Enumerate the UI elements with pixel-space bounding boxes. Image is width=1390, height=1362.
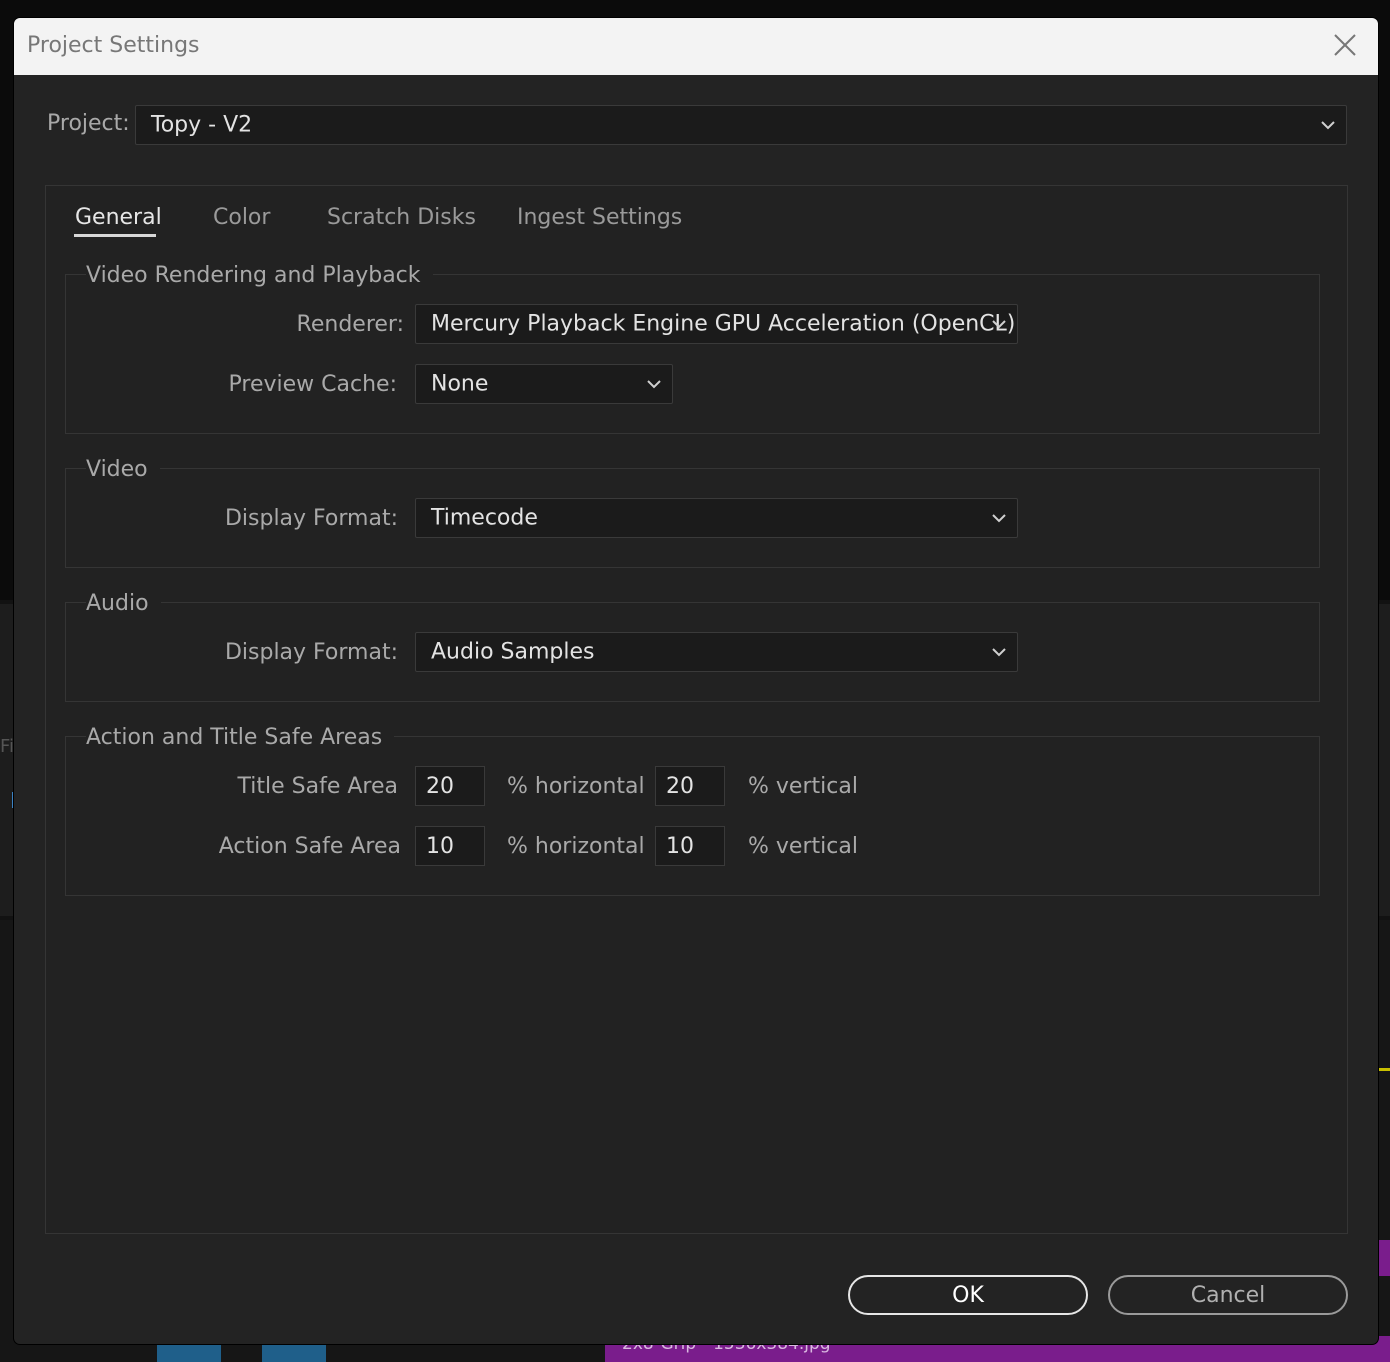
dialog-title: Project Settings [27, 33, 200, 58]
action-safe-vertical-input[interactable] [655, 826, 725, 866]
group-title-audio: Audio [86, 591, 161, 616]
renderer-label: Renderer: [296, 312, 404, 337]
audio-display-format-label: Display Format: [224, 640, 398, 665]
preview-cache-label: Preview Cache: [228, 372, 397, 397]
action-safe-horizontal-unit: % horizontal [507, 834, 645, 859]
video-display-format-dropdown[interactable]: Timecode [415, 498, 1018, 538]
bg-track-tab-v2 [262, 1344, 326, 1362]
title-safe-vertical-unit: % vertical [748, 774, 858, 799]
title-safe-vertical-input[interactable] [655, 766, 725, 806]
bg-track-tab-v1 [157, 1344, 221, 1362]
close-icon[interactable] [1330, 30, 1360, 60]
bg-left-partial-text: Fi [0, 736, 15, 757]
chevron-down-icon [992, 320, 1006, 329]
ok-button[interactable]: OK [848, 1275, 1088, 1315]
bg-playhead-marker [1378, 1068, 1390, 1071]
active-tab-indicator [74, 234, 156, 237]
cancel-button[interactable]: Cancel [1108, 1275, 1348, 1315]
preview-cache-dropdown[interactable]: None [415, 364, 673, 404]
chevron-down-icon [992, 514, 1006, 523]
renderer-dropdown[interactable]: Mercury Playback Engine GPU Acceleration… [415, 304, 1018, 344]
chevron-down-icon [1321, 121, 1335, 130]
chevron-down-icon [992, 648, 1006, 657]
audio-display-format-dropdown[interactable]: Audio Samples [415, 632, 1018, 672]
group-title-video-rendering: Video Rendering and Playback [86, 263, 433, 288]
chevron-down-icon [647, 380, 661, 389]
preview-cache-dropdown-value: None [431, 371, 489, 397]
project-dropdown-value: Topy - V2 [151, 112, 253, 138]
bg-clip-edge [1376, 1240, 1390, 1276]
settings-panel: General Color Scratch Disks Ingest Setti… [45, 185, 1348, 1234]
title-safe-horizontal-unit: % horizontal [507, 774, 645, 799]
project-dropdown[interactable]: Topy - V2 [135, 105, 1347, 145]
tab-scratch-disks[interactable]: Scratch Disks [327, 205, 476, 230]
video-display-format-value: Timecode [431, 505, 538, 531]
group-title-video: Video [86, 457, 160, 482]
tab-ingest-settings[interactable]: Ingest Settings [517, 205, 682, 230]
action-safe-vertical-unit: % vertical [748, 834, 858, 859]
video-display-format-label: Display Format: [224, 506, 398, 531]
group-video-rendering [65, 274, 1320, 434]
dialog-titlebar: Project Settings [14, 18, 1378, 75]
title-safe-area-label: Title Safe Area [237, 774, 399, 799]
title-safe-horizontal-input[interactable] [415, 766, 485, 806]
audio-display-format-value: Audio Samples [431, 639, 595, 665]
project-settings-dialog: Project Settings Project: Topy - V2 Gene… [14, 18, 1378, 1344]
tab-general[interactable]: General [75, 205, 162, 230]
renderer-dropdown-value: Mercury Playback Engine GPU Acceleration… [431, 311, 1016, 337]
action-safe-area-label: Action Safe Area [218, 834, 401, 859]
tab-color[interactable]: Color [213, 205, 270, 230]
group-title-safe-areas: Action and Title Safe Areas [86, 725, 395, 750]
project-label: Project: [47, 111, 130, 136]
action-safe-horizontal-input[interactable] [415, 826, 485, 866]
group-safe-areas [65, 736, 1320, 896]
